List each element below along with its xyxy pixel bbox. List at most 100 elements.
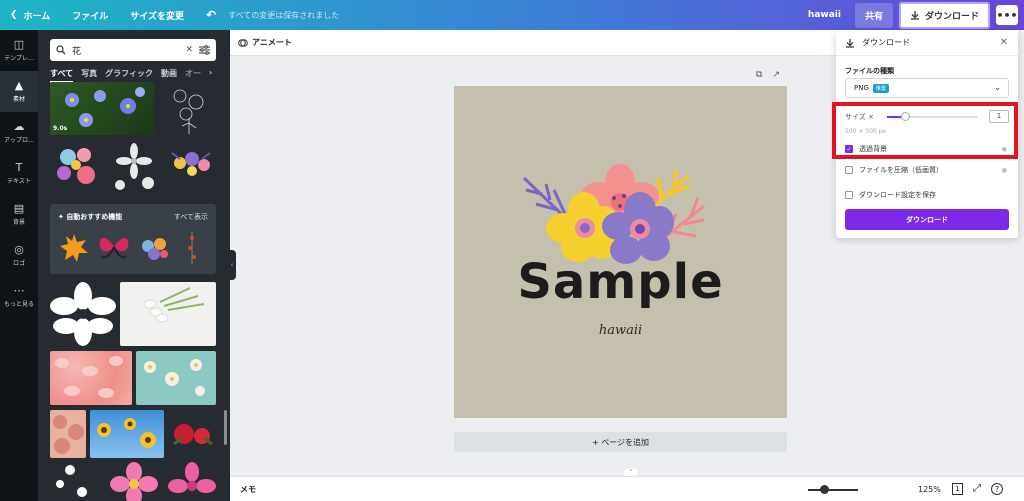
save-status: すべての変更は保存されました [228,10,340,20]
home-button[interactable]: ❮ ホーム [10,9,50,22]
chevron-down-icon: ⌄ [994,83,1001,92]
animate-icon [238,38,248,47]
search-input[interactable]: 花 ✕ [50,39,216,61]
graphic-line-flowers[interactable] [162,82,216,135]
rail-item-label: テンプレ… [4,55,34,62]
upload-icon: ☁ [13,120,25,133]
photo-peach-roses[interactable] [50,410,86,458]
zoom-value[interactable]: 125% [918,485,941,494]
search-query: 花 [72,46,82,57]
sparkle-icon: ✦ [58,213,64,221]
auto-suggestions: ✦ 自動おすすめ機能 すべて表示 [50,204,216,274]
graphic-red-roses[interactable] [168,414,218,454]
text-icon: T [15,161,23,174]
photo-sunflowers-sky[interactable] [90,410,164,458]
bottom-bar: メモ 125% 1 ⤢ ? [230,476,1024,501]
page-count-icon[interactable]: 1 [952,483,963,495]
graphic-small-white-flowers[interactable] [50,462,98,501]
download-panel-title: ダウンロード [862,38,910,47]
save-settings-option[interactable]: ダウンロード設定を保存 [845,190,1009,200]
tab-all[interactable]: すべて [50,68,74,83]
graphic-white-flowers[interactable] [108,141,162,193]
rail-item-text[interactable]: T テキスト [0,153,38,194]
file-type-select[interactable]: PNG 推奨 ⌄ [845,78,1009,98]
file-type-label: ファイルの種類 [845,67,894,75]
tab-graphics[interactable]: グラフィック [105,68,153,83]
add-page-icon[interactable]: ↗ [772,70,780,80]
suggestion-butterfly[interactable] [96,230,132,264]
rail-item-background[interactable]: ▤ 背景 [0,194,38,235]
panel-tabs: すべて 写真 グラフィック 動画 オー › [50,68,212,83]
top-right-actions: hawaii 共有 ダウンロード ••• [808,0,1018,30]
photo-flowers-on-wood[interactable] [136,351,216,405]
rail-item-label: テキスト [7,178,31,185]
fullscreen-icon[interactable]: ⤢ [973,483,981,495]
rail-item-label: ロゴ [12,260,25,267]
graphic-colorful-flowers[interactable] [50,141,104,193]
zoom-slider-handle[interactable] [820,485,829,494]
zoom-slider[interactable] [808,489,858,491]
rail-item-logo[interactable]: ◎ ロゴ [0,235,38,276]
tab-videos[interactable]: 動画 [161,68,177,83]
duplicate-page-icon[interactable]: ⧉ [756,70,762,80]
undo-icon[interactable]: ↶ [206,8,216,22]
graphic-white-petal-flower[interactable] [50,282,116,346]
animate-button[interactable]: アニメート [238,37,292,48]
rail-item-label: 素材 [12,96,25,103]
rail-item-more[interactable]: ⋯ もっと見る [0,276,38,317]
add-page-button[interactable]: + ページを追加 [454,432,787,452]
rail-item-label: もっと見る [3,301,34,308]
share-button[interactable]: 共有 [854,2,893,28]
chevron-left-icon: ❮ [10,10,18,20]
see-all-link[interactable]: すべて表示 [174,212,208,222]
editor-toolbar: アニメート [230,30,836,56]
tab-audio[interactable]: オー [185,68,201,83]
suggestion-yes-burst[interactable] [58,232,90,264]
photo-pink-petals[interactable] [50,351,132,405]
rail-item-upload[interactable]: ☁ アップロ… [0,112,38,153]
rail-item-elements[interactable]: ▲ 素材 [0,71,38,112]
side-rail: ◫ テンプレ… ▲ 素材 ☁ アップロ… T テキスト ▤ 背景 ◎ ロゴ ⋯ … [0,30,38,501]
download-button-top[interactable]: ダウンロード [898,1,990,29]
download-icon [846,38,854,48]
close-icon[interactable]: ✕ [1000,37,1008,48]
graphic-flower-bouquet[interactable] [166,141,218,193]
video-thumbnail-flowers[interactable]: 9.0s [50,82,154,135]
background-icon: ▤ [13,202,25,215]
notes-button[interactable]: メモ [240,484,256,495]
suggestion-vine[interactable] [182,230,202,266]
design-main-text[interactable]: Sample [454,254,787,310]
elements-panel: 花 ✕ すべて 写真 グラフィック 動画 オー › 9.0s ✦ 自動おすすめ機… [38,30,230,501]
page-count: 1 [955,485,960,493]
save-settings-label: ダウンロード設定を保存 [859,191,936,199]
design-sub-text[interactable]: hawaii [454,323,787,338]
compress-checkbox[interactable] [845,166,853,174]
clear-icon[interactable]: ✕ [185,45,193,55]
more-options-button[interactable]: ••• [996,5,1018,25]
suggestion-flower-cluster[interactable] [138,232,172,264]
flower-illustration[interactable] [454,86,787,418]
compress-option[interactable]: ファイルを圧縮（低画質） ● [845,165,1009,175]
logo-icon: ◎ [14,243,24,256]
panel-scrollbar[interactable] [224,410,227,445]
resize-menu[interactable]: サイズを変更 [130,9,184,22]
filter-icon[interactable] [199,45,210,55]
file-menu[interactable]: ファイル [72,9,108,22]
design-title[interactable]: hawaii [808,10,841,20]
chevron-right-icon[interactable]: › [209,68,212,83]
photo-white-tulips[interactable] [120,282,216,346]
highlight-annotation-box [832,102,1018,159]
help-icon[interactable]: ? [991,483,1003,495]
rail-item-template[interactable]: ◫ テンプレ… [0,30,38,71]
tab-photos[interactable]: 写真 [81,68,97,83]
download-button[interactable]: ダウンロード [845,209,1009,230]
top-bar: ❮ ホーム ファイル サイズを変更 ↶ すべての変更は保存されました hawai… [0,0,1024,30]
graphic-pink-star-flower[interactable] [166,462,218,501]
file-type-value: PNG [854,84,869,92]
video-duration: 9.0s [53,125,68,132]
download-panel-header: ダウンロード ✕ [836,30,1018,56]
page-tools: ⧉ ↗ [756,70,780,80]
design-page[interactable]: Sample hawaii [454,86,787,418]
save-settings-checkbox[interactable] [845,191,853,199]
graphic-pink-flower[interactable] [106,462,162,501]
